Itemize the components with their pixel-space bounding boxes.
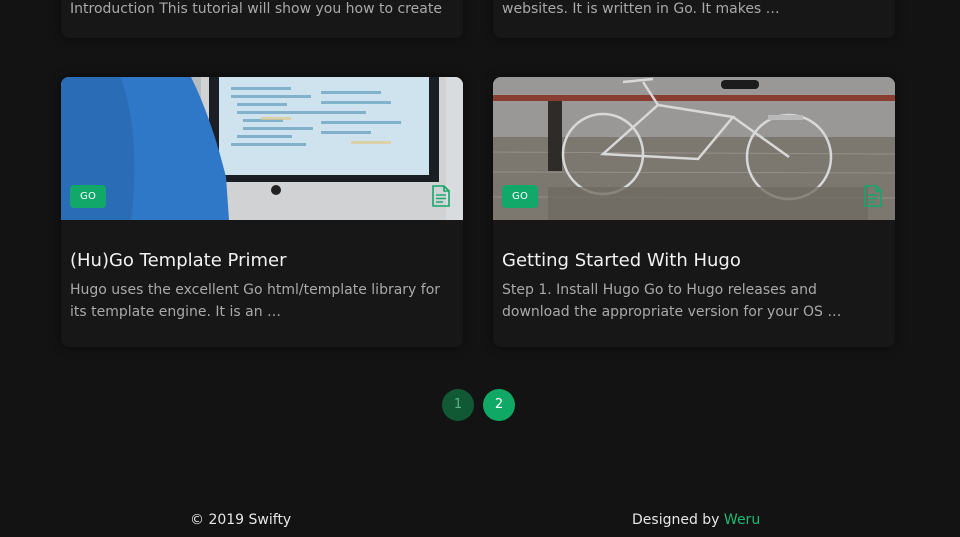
imac-coding-photo: [61, 77, 463, 220]
designer-link[interactable]: Weru: [724, 512, 760, 528]
document-icon: [864, 185, 882, 207]
post-thumbnail[interactable]: [61, 77, 463, 220]
post-excerpt: Step 1. Install Hugo Go to Hugo releases…: [502, 282, 842, 320]
post-thumbnail[interactable]: [493, 77, 895, 220]
tag-badge[interactable]: GO: [502, 185, 539, 208]
page-2-button[interactable]: 2: [483, 389, 515, 421]
post-card-top-right[interactable]: websites. It is written in Go. It makes …: [493, 0, 895, 38]
post-excerpt: Introduction This tutorial will show you…: [70, 1, 442, 17]
post-title[interactable]: Getting Started With Hugo: [502, 250, 741, 271]
document-icon: [432, 185, 450, 207]
footer-copyright: © 2019 Swifty: [190, 512, 292, 528]
footer-credit: Designed by Weru: [632, 512, 760, 528]
post-excerpt: Hugo uses the excellent Go html/template…: [70, 282, 441, 320]
tag-badge[interactable]: GO: [70, 185, 107, 208]
post-card-top-left[interactable]: Introduction This tutorial will show you…: [61, 0, 463, 38]
post-title[interactable]: (Hu)Go Template Primer: [70, 250, 286, 271]
bicycle-in-water-photo: [493, 77, 895, 220]
page-1-button[interactable]: 1: [442, 389, 474, 421]
post-excerpt: websites. It is written in Go. It makes …: [502, 1, 780, 17]
footer-designed-by: Designed by: [632, 512, 720, 528]
post-card-getting-started[interactable]: GO Getting Started With Hugo Step 1. Ins…: [493, 77, 895, 347]
post-card-template-primer[interactable]: GO (Hu)Go Template Primer Hugo uses the …: [61, 77, 463, 347]
